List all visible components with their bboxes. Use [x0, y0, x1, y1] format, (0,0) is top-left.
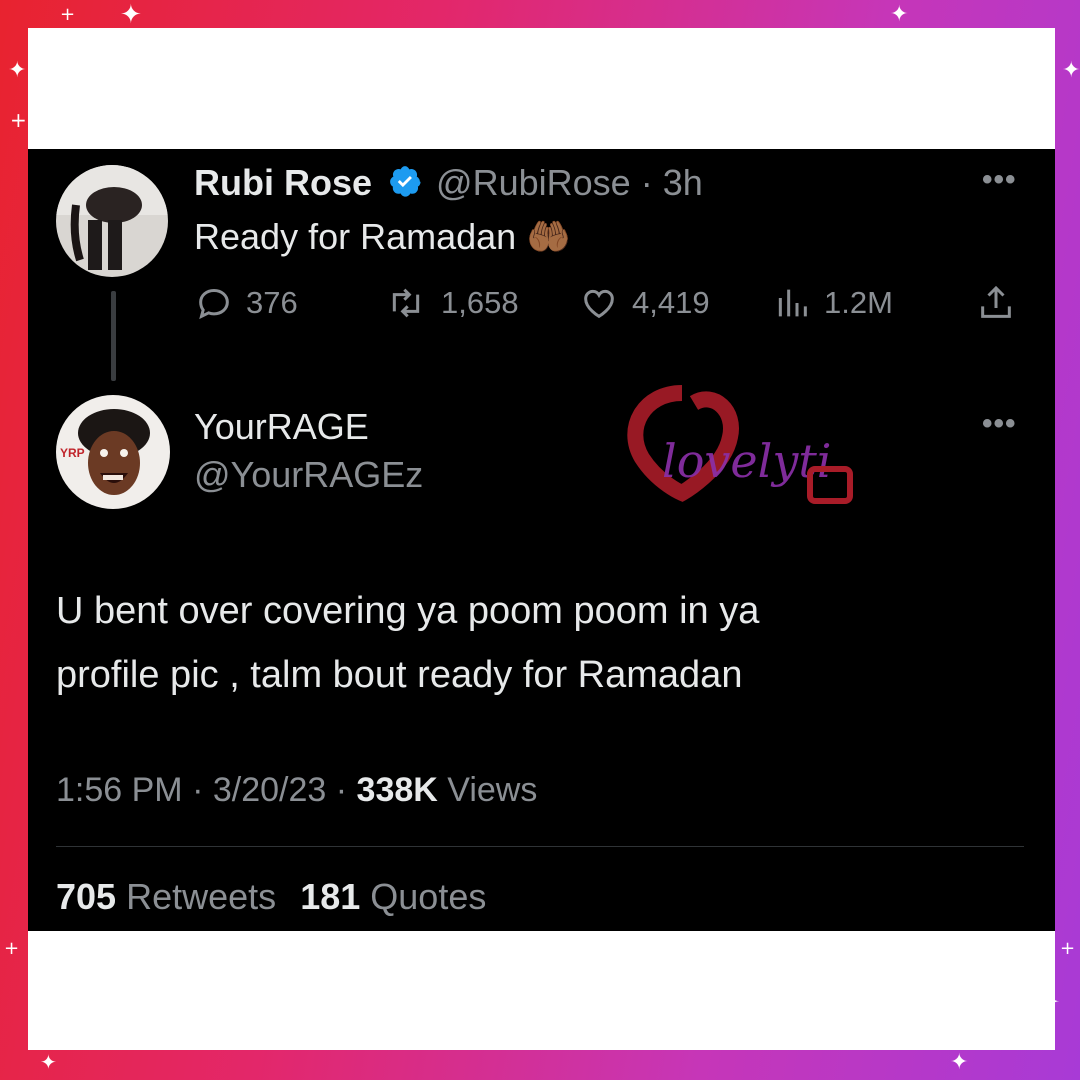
like-count: 4,419	[632, 285, 710, 320]
views-label: Views	[447, 771, 538, 809]
sparkle-icon: +	[4, 938, 20, 959]
author-handle[interactable]: @RubiRose	[436, 162, 631, 203]
sparkle-icon: ✦	[890, 2, 909, 27]
separator-dot: ·	[335, 771, 348, 809]
separator-dot: ·	[640, 162, 653, 203]
retweets-label: Retweets	[126, 876, 277, 917]
tweet-metadata: 1:56 PM · 3/20/23 · 338K Views	[56, 770, 537, 810]
more-icon[interactable]: •••	[982, 407, 1017, 441]
retweets-stat[interactable]: 705 Retweets	[56, 876, 286, 917]
emoji-raised-hands: 🤲🏾	[526, 216, 572, 257]
tweet-time[interactable]: 1:56 PM	[56, 771, 183, 809]
watermark-logo: lovelyti	[624, 373, 874, 538]
thread-connector-line	[111, 291, 116, 381]
svg-text:YRP: YRP	[60, 446, 85, 460]
tweet-screenshot: Rubi Rose @RubiRose · 3h ••• Ready for R…	[28, 149, 1055, 931]
like-icon	[584, 289, 614, 319]
views-icon	[778, 289, 807, 317]
tweet-date[interactable]: 3/20/23	[213, 771, 326, 809]
retweets-count: 705	[56, 876, 117, 917]
engagement-stats: 705 Retweets 181 Quotes	[56, 877, 486, 917]
reply-author-handle[interactable]: @YourRAGEz	[194, 455, 423, 495]
quotes-label: Quotes	[370, 876, 487, 917]
divider	[56, 846, 1024, 847]
sparkle-icon: ✦	[1062, 58, 1080, 83]
retweet-count: 1,658	[441, 285, 519, 320]
sparkle-icon: ✦	[120, 0, 142, 30]
original-tweet-header: Rubi Rose @RubiRose · 3h	[194, 163, 703, 206]
sparkle-icon: +	[1060, 938, 1076, 959]
author-name[interactable]: Rubi Rose	[194, 162, 372, 203]
reply-count: 376	[246, 285, 298, 320]
original-tweet-text: Ready for Ramadan 🤲🏾	[194, 215, 571, 259]
sparkle-icon: ✦	[950, 1050, 969, 1075]
share-button[interactable]	[976, 283, 1028, 323]
avatar-rubi-rose[interactable]	[56, 165, 168, 277]
share-icon	[981, 285, 1011, 318]
verified-badge-icon	[388, 164, 422, 206]
separator-dot: ·	[192, 771, 204, 809]
quotes-stat[interactable]: 181 Quotes	[300, 876, 486, 917]
reply-author-name[interactable]: YourRAGE	[194, 407, 369, 447]
reply-icon	[199, 288, 229, 320]
like-button[interactable]: 4,419	[578, 283, 710, 323]
reply-button[interactable]: 376	[194, 283, 298, 323]
view-count: 338K	[356, 771, 438, 809]
sparkle-icon: ✦	[40, 1050, 57, 1074]
views-count: 1.2M	[824, 285, 893, 320]
retweet-button[interactable]: 1,658	[383, 283, 519, 323]
quotes-count: 181	[300, 876, 361, 917]
tweet-time-ago[interactable]: 3h	[663, 162, 703, 203]
sparkle-icon: +	[60, 4, 76, 25]
sparkle-icon: +	[10, 108, 27, 132]
retweet-icon	[392, 288, 420, 318]
avatar-yourrage[interactable]: YRP	[56, 395, 170, 509]
more-icon[interactable]: •••	[982, 163, 1017, 197]
watermark-text: lovelyti	[662, 434, 832, 488]
reply-tweet-text: U bent over covering ya poom poom in ya …	[56, 579, 956, 707]
reply-text-line-1: U bent over covering ya poom poom in ya	[56, 590, 760, 632]
views-button[interactable]: 1.2M	[772, 283, 893, 323]
sparkle-icon: ✦	[8, 58, 27, 83]
tweet-text: Ready for Ramadan	[194, 216, 517, 257]
reply-text-line-2: profile pic , talm bout ready for Ramada…	[56, 654, 743, 696]
